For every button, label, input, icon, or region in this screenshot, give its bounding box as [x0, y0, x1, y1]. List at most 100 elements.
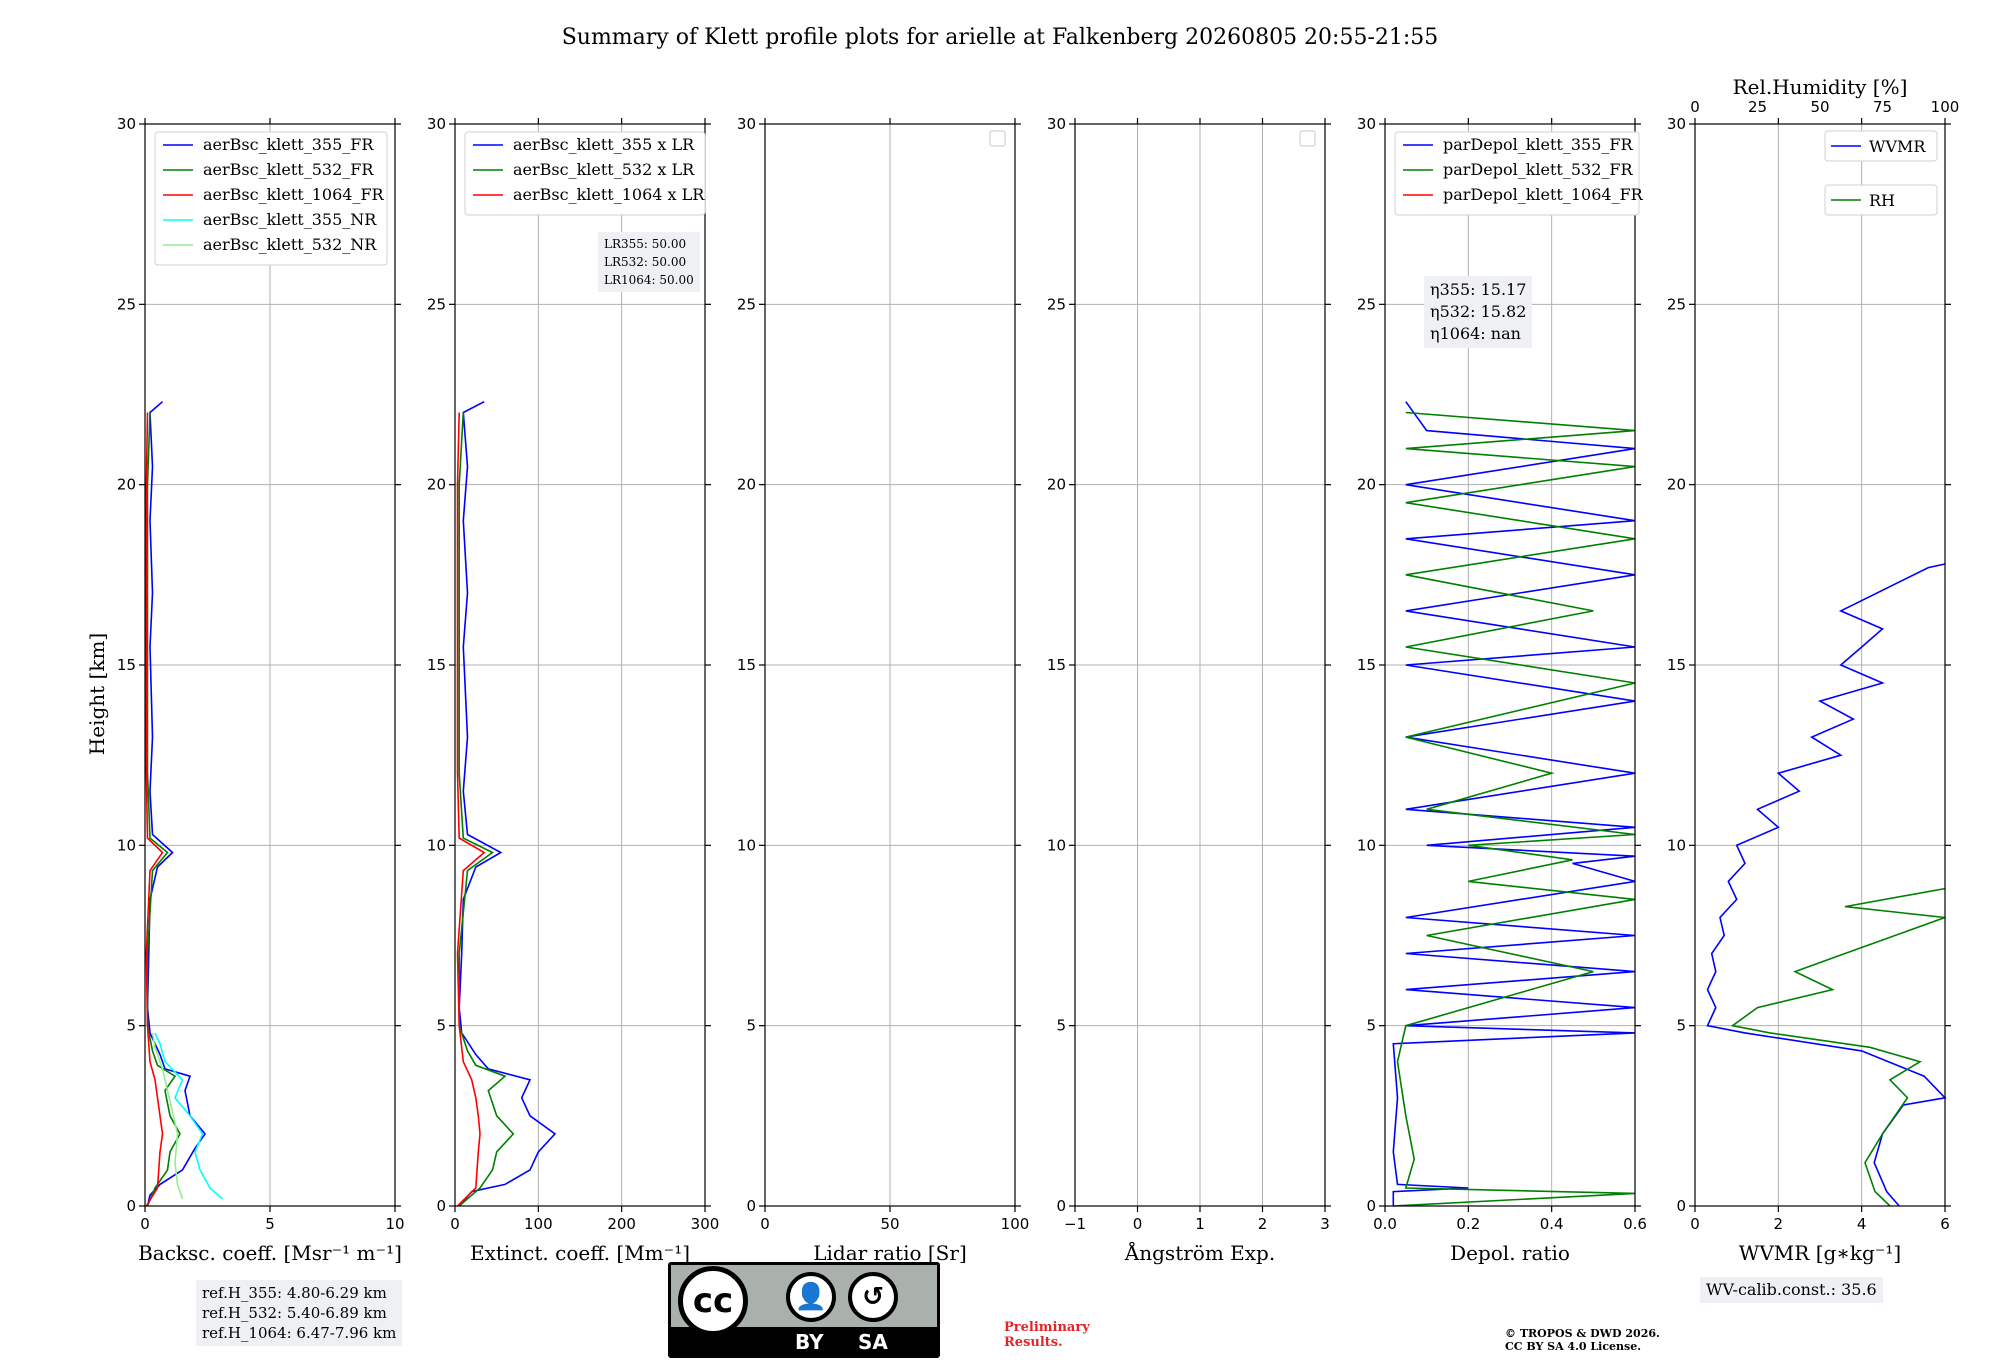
- y-tick-label: 5: [126, 1017, 136, 1035]
- series-line-WVMR: [1706, 563, 1947, 1207]
- y-tick-label: 0: [746, 1197, 756, 1215]
- eta-box: η355: 15.17 η532: 15.82 η1064: nan: [1424, 276, 1533, 348]
- x-tick-label: 6: [1940, 1215, 1950, 1233]
- y-tick-label: 15: [1667, 656, 1686, 674]
- top-x-axis-label: Rel.Humidity [%]: [1733, 75, 1908, 99]
- x-tick-label: 5: [265, 1215, 275, 1233]
- top-x-tick-label: 100: [1931, 98, 1960, 116]
- y-tick-label: 10: [1667, 836, 1686, 854]
- empty-legend-box: [1299, 130, 1316, 147]
- y-tick-label: 5: [1366, 1017, 1376, 1035]
- series-line-aerBsc_klett_532_NR: [151, 1032, 184, 1200]
- ref-height-1064: ref.H_1064: 6.47-7.96 km: [202, 1324, 397, 1342]
- y-tick-label: 15: [117, 656, 136, 674]
- copyright-note: © TROPOS & DWD 2026. CC BY SA 4.0 Licens…: [1505, 1327, 1735, 1353]
- legend-entry: aerBsc_klett_355_FR: [203, 135, 374, 154]
- y-tick-label: 30: [1667, 115, 1686, 133]
- x-tick-label: 1: [1195, 1215, 1205, 1233]
- top-x-tick-label: 75: [1873, 98, 1892, 116]
- legend-entry: aerBsc_klett_532 x LR: [513, 160, 695, 179]
- legend-entry: parDepol_klett_1064_FR: [1443, 185, 1644, 204]
- eta-355: η355: 15.17: [1430, 280, 1527, 299]
- y-tick-label: 25: [427, 295, 446, 313]
- y-tick-label: 15: [737, 656, 756, 674]
- cc-logo-icon: cc: [678, 1266, 748, 1336]
- y-tick-label: 5: [746, 1017, 756, 1035]
- y-tick-label: 15: [427, 656, 446, 674]
- panel-3: 0510152025300 50 100Lidar ratio [Sr]: [737, 115, 1029, 1265]
- y-tick-label: 20: [427, 476, 446, 494]
- y-tick-label: 30: [117, 115, 136, 133]
- y-tick-label: 0: [1056, 1197, 1066, 1215]
- legend-entry: aerBsc_klett_532_NR: [203, 235, 377, 254]
- x-tick-label: 0.0: [1373, 1215, 1397, 1233]
- y-tick-label: 20: [1047, 476, 1066, 494]
- eta-1064: η1064: nan: [1430, 324, 1521, 343]
- x-tick-label: 100: [524, 1215, 553, 1233]
- x-tick-label: 10: [385, 1215, 404, 1233]
- y-tick-label: 10: [737, 836, 756, 854]
- y-tick-label: 5: [1676, 1017, 1686, 1035]
- series-line-parDepol_klett_532_FR: [1393, 411, 1636, 1207]
- wv-calib-box: WV-calib.const.: 35.6: [1700, 1277, 1883, 1303]
- y-tick-label: 0: [1366, 1197, 1376, 1215]
- attribution-person-icon: 👤: [786, 1272, 836, 1322]
- x-tick-label: 0.6: [1623, 1215, 1647, 1233]
- license-line: CC BY SA 4.0 License.: [1505, 1340, 1642, 1353]
- panel-1: 0 5 10 15 20 25 30 0 5 10 Backsc. coeff. [Msr⁻¹ m⁻…: [117, 115, 405, 1265]
- empty-legend-box: [989, 130, 1006, 147]
- y-tick-label: 15: [1047, 656, 1066, 674]
- x-tick-label: 0.2: [1456, 1215, 1480, 1233]
- y-tick-label: 10: [1047, 836, 1066, 854]
- x-tick-label: 100: [1001, 1215, 1030, 1233]
- series-line-parDepol_klett_355_FR: [1392, 401, 1636, 1206]
- y-tick-label: 20: [1667, 476, 1686, 494]
- y-tick-label: 30: [427, 115, 446, 133]
- lr-532: LR532: 50.00: [604, 255, 687, 269]
- x-axis-label: Extinct. coeff. [Mm⁻¹]: [470, 1241, 690, 1265]
- y-tick-label: 25: [117, 295, 136, 313]
- y-tick-label: 10: [1357, 836, 1376, 854]
- lr-355: LR355: 50.00: [604, 237, 687, 251]
- y-tick-label: 30: [1357, 115, 1376, 133]
- y-tick-label: 10: [117, 836, 136, 854]
- license-sa-label: SA: [858, 1330, 888, 1354]
- ref-height-532: ref.H_532: 5.40-6.89 km: [202, 1304, 387, 1322]
- eta-532: η532: 15.82: [1430, 302, 1527, 321]
- y-tick-label: 0: [1676, 1197, 1686, 1215]
- top-x-tick-label: 50: [1810, 98, 1829, 116]
- y-tick-label: 25: [1357, 295, 1376, 313]
- x-axis-label: Ångström Exp.: [1124, 1240, 1275, 1265]
- y-tick-label: 30: [737, 115, 756, 133]
- y-tick-label: 0: [126, 1197, 136, 1215]
- y-tick-label: 15: [1357, 656, 1376, 674]
- share-alike-icon: ↺: [848, 1272, 898, 1322]
- x-tick-label: 0: [1690, 1215, 1700, 1233]
- legend-entry: WVMR: [1869, 137, 1926, 156]
- y-tick-label: 5: [1056, 1017, 1066, 1035]
- x-tick-label: 4: [1857, 1215, 1867, 1233]
- x-tick-label: 0.4: [1540, 1215, 1564, 1233]
- x-tick-label: 0: [140, 1215, 150, 1233]
- y-tick-label: 20: [737, 476, 756, 494]
- y-tick-label: 0: [436, 1197, 446, 1215]
- cc-by-sa-license-badge: cc 👤 ↺ BY SA: [668, 1262, 940, 1358]
- panel-6: 0510152025300 2 4 6WVMR [g∗kg⁻¹]0 25 50 75 100R…: [1667, 75, 1959, 1265]
- preliminary-results-note: Preliminary Results.: [1004, 1320, 1090, 1350]
- y-tick-label: 20: [1357, 476, 1376, 494]
- y-tick-label: 30: [1047, 115, 1066, 133]
- y-tick-label: 25: [737, 295, 756, 313]
- x-tick-label: 2: [1774, 1215, 1784, 1233]
- x-tick-label: 3: [1320, 1215, 1330, 1233]
- y-tick-label: 10: [427, 836, 446, 854]
- lidar-ratio-box: LR355: 50.00 LR532: 50.00 LR1064: 50.00: [598, 232, 700, 292]
- series-line-aerBsc_klett_532 x LR: [458, 412, 515, 1207]
- legend-entry: parDepol_klett_355_FR: [1443, 135, 1634, 154]
- top-x-tick-label: 0: [1690, 98, 1700, 116]
- y-tick-label: 25: [1667, 295, 1686, 313]
- license-by-label: BY: [795, 1330, 824, 1354]
- series-line-aerBsc_klett_532_FR: [146, 412, 181, 1207]
- x-tick-label: 300: [691, 1215, 720, 1233]
- legend-entry: aerBsc_klett_1064_FR: [203, 185, 385, 204]
- legend-entry: aerBsc_klett_532_FR: [203, 160, 374, 179]
